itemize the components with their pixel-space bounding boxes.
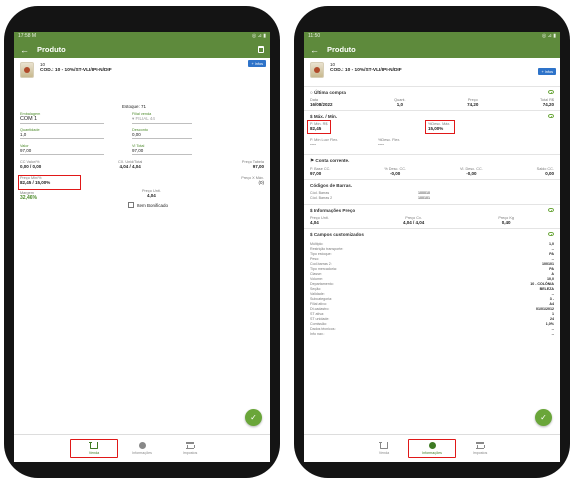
confirm-fab[interactable]: ✓ (245, 409, 262, 426)
custom-fields-section: $ Campos customizados Múltiplo: 1,0 Restri… (304, 228, 560, 340)
nav-taxes[interactable]: Impostos (456, 442, 504, 455)
current-account-section: ⚑ Conta corrente. P. Base CC. 97,00 % Des… (304, 154, 560, 179)
section-title: $ Máx. / Mín. (310, 114, 338, 119)
calendar-icon[interactable] (258, 46, 264, 53)
info-icon (428, 442, 436, 449)
section-title: ⚑ Conta corrente. (310, 158, 350, 163)
unit-price: Preço Unit. 4,04 (142, 189, 161, 198)
status-icons: ◎ ⊿ ▮ (541, 33, 556, 39)
cc-value: CC Valor/% 0,00 / 0,00 (20, 160, 42, 169)
status-bar: 17:58 M ◎ ⊿ ▮ (14, 32, 270, 41)
nav-info[interactable]: Informações (408, 439, 456, 458)
section-title: ○ Última compra (310, 90, 346, 95)
highlight-min-price (18, 175, 81, 190)
right-screen: 11:50 ◎ ⊿ ▮ ← Produto 10 COD.: 10 - 10%/… (304, 32, 560, 462)
product-text: 10 COD.: 10 - 10%/ST-VLI/IPI-N/DIF (330, 62, 402, 74)
custom-field-value: -- (551, 332, 554, 336)
product-code: COD.: 10 - 10%/ST-VLI/IPI-N/DIF (330, 68, 402, 73)
eye-icon[interactable] (548, 208, 554, 212)
product-text: 10 COD.: 10 - 10%/ST-VLI/IPI-N/DIF (40, 62, 112, 74)
margin: Margem 32,46% (20, 191, 37, 201)
status-bar: 11:50 ◎ ⊿ ▮ (304, 32, 560, 41)
back-arrow-icon[interactable]: ← (310, 45, 319, 55)
left-screen: 17:58 M ◎ ⊿ ▮ ← Produto 10 COD.: 10 - 10… (14, 32, 270, 462)
back-arrow-icon[interactable]: ← (20, 45, 29, 55)
custom-field-row: Info nav.: -- (310, 332, 554, 337)
bonus-item-checkbox[interactable]: Item Bonificado (128, 202, 168, 208)
status-time: 11:50 (308, 33, 321, 39)
highlight-min-price (307, 120, 331, 134)
branch-field[interactable]: Filial venda ▾ FILIAL 44 (132, 112, 192, 124)
product-thumbnail (310, 62, 324, 78)
packaging-field[interactable]: Embalagem COM 1 (20, 112, 104, 124)
current-account-row: P. Base CC. 97,00 % Desc. CC. -0,00 Vl. De… (310, 167, 554, 176)
app-bar: ← Produto (14, 41, 270, 58)
last-purchase-row: Data 16/08/2022 Quant. 1,0 Preço 74,20 Tota… (310, 98, 554, 107)
eye-icon[interactable] (548, 90, 554, 94)
last-purchase-section: ○ Última compra Data 16/08/2022 Quant. 1,0… (304, 86, 560, 110)
custom-fields-list: Múltiplo: 1,0 Restrição transporte: -- Tipo … (310, 242, 554, 337)
confirm-fab[interactable]: ✓ (535, 409, 552, 426)
price-info-row: Preço Unit. 4,04 Preço Cx. 4,04 / 4,04 Pre… (310, 216, 514, 225)
stock-label: Estoque: 71 (122, 104, 147, 109)
product-header: 10 COD.: 10 - 10%/ST-VLI/IPI-N/DIF + Inf… (14, 58, 270, 86)
page-title: Produto (327, 45, 356, 54)
section-title: $ Informações Preço (310, 208, 356, 213)
value-field[interactable]: Valor 97,00 (20, 144, 104, 155)
eye-icon[interactable] (548, 232, 554, 236)
product-header: 10 COD.: 10 - 10%/ST-VLI/IPI-N/DIF + Inf… (304, 58, 560, 86)
nav-taxes[interactable]: Impostos (166, 442, 214, 455)
cart-icon (89, 442, 98, 449)
section-title: $ Campos customizados (310, 232, 364, 237)
bottom-nav: Venda Informações Impostos (304, 434, 560, 462)
info-icon (138, 442, 146, 449)
checkbox-icon[interactable] (128, 202, 134, 208)
box-unit-total: CX. Unid/Total 4,04 / 4,04 (118, 160, 143, 169)
bank-icon (476, 442, 485, 449)
discount-field[interactable]: Desconto 0,00 (132, 128, 192, 139)
stage: 17:58 M ◎ ⊿ ▮ ← Produto 10 COD.: 10 - 10… (0, 0, 574, 487)
status-icons: ◎ ⊿ ▮ (251, 33, 266, 39)
right-device: 11:50 ◎ ⊿ ▮ ← Produto 10 COD.: 10 - 10%/… (294, 6, 570, 478)
left-device: 17:58 M ◎ ⊿ ▮ ← Produto 10 COD.: 10 - 10… (4, 6, 280, 478)
nav-info[interactable]: Informações (118, 442, 166, 455)
section-title: Códigos de Barras. (310, 183, 353, 188)
quantity-field[interactable]: Quantidade 1,0 (20, 128, 104, 139)
bottom-nav: Venda Informações Impostos (14, 434, 270, 462)
nav-sale[interactable]: Venda (70, 439, 118, 458)
price-info-section: $ Informações Preço Preço Unit. 4,04 Preç… (304, 204, 560, 228)
eye-icon[interactable] (548, 114, 554, 118)
flex-min-price: P. Mín Lucr Flex. ---- (310, 138, 339, 147)
nav-sale[interactable]: Venda (360, 442, 408, 455)
product-code: COD.: 10 - 10%/ST-VLI/IPI-N/DIF (40, 68, 112, 73)
barcodes-section: Códigos de Barras. Cód. Barras 100010 Cód… (304, 179, 560, 204)
status-time: 17:58 M (18, 33, 37, 39)
table-price: Preço Tabela 97,00 (241, 160, 264, 169)
total-value-field[interactable]: Vl Total 97,00 (132, 144, 192, 155)
flex-discount: %Desc. Flex. ---- (378, 138, 401, 147)
highlight-max-discount (425, 120, 455, 134)
custom-field-label: Info nav.: (310, 332, 325, 336)
more-info-button[interactable]: + Infos (248, 60, 266, 67)
cart-icon (379, 442, 388, 449)
page-title: Produto (37, 45, 66, 54)
max-price: Preço X Máx. (0) (241, 176, 264, 185)
max-min-section: $ Máx. / Mín. P. Mín. R$ 82,45 %Desc. Má… (304, 110, 560, 154)
more-info-button[interactable]: + Infos (538, 68, 556, 75)
product-thumbnail (20, 62, 34, 78)
app-bar: ← Produto (304, 41, 560, 58)
bank-icon (186, 442, 195, 449)
